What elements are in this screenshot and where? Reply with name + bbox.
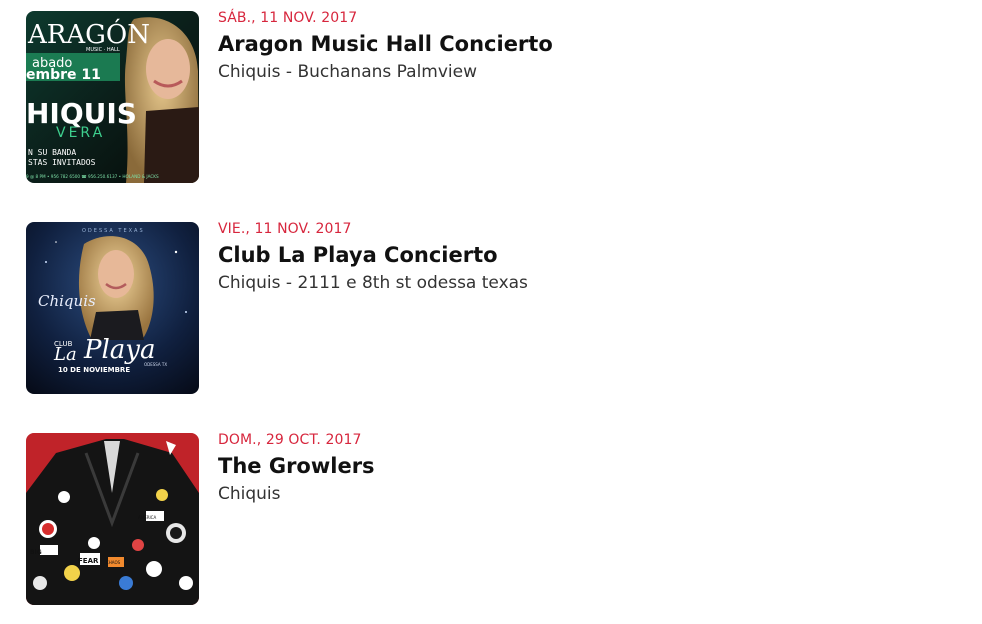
event-poster-image[interactable]: ARAGÓN MUSIC · HALL abado embre 11 HIQUI… [26, 11, 199, 183]
event-list: ARAGÓN MUSIC · HALL abado embre 11 HIQUI… [0, 0, 982, 624]
event-poster-image[interactable]: FEAR BIG AMERICA CHAOS [26, 433, 199, 605]
poster-extra-line-2: STAS INVITADOS [28, 158, 96, 167]
event-title[interactable]: Club La Playa Concierto [218, 241, 918, 269]
poster-la-text: La [53, 344, 77, 365]
event-info: VIE., 11 NOV. 2017 Club La Playa Concier… [218, 222, 918, 294]
poster-playa-text: Playa [83, 335, 156, 365]
poster-patch-text-4: CHAOS [106, 560, 121, 565]
event-card-the-growlers[interactable]: FEAR BIG AMERICA CHAOS DOM., 29 OCT. 201… [26, 433, 926, 605]
event-title[interactable]: Aragon Music Hall Concierto [218, 30, 918, 58]
poster-artist-script: Chiquis [38, 292, 96, 310]
la-playa-poster-graphic: ODESSA TEXAS Chiquis CLUB La Playa ODESS… [26, 222, 199, 394]
event-subtitle: Chiquis - Buchanans Palmview [218, 62, 477, 82]
event-date: DOM., 29 OCT. 2017 [218, 432, 362, 448]
poster-venue-text: ARAGÓN [27, 18, 150, 50]
event-card-aragon[interactable]: ARAGÓN MUSIC · HALL abado embre 11 HIQUI… [26, 11, 926, 183]
poster-top-text: ODESSA TEXAS [82, 228, 145, 234]
poster-venue-sub-text: MUSIC · HALL [86, 47, 120, 53]
event-card-club-la-playa[interactable]: ODESSA TEXAS Chiquis CLUB La Playa ODESS… [26, 222, 926, 394]
event-poster-image[interactable]: ODESSA TEXAS Chiquis CLUB La Playa ODESS… [26, 222, 199, 394]
event-date: VIE., 11 NOV. 2017 [218, 221, 352, 237]
poster-patch-text-1: FEAR [78, 557, 99, 565]
event-info: DOM., 29 OCT. 2017 The Growlers Chiquis [218, 433, 918, 505]
poster-date-text: 10 DE NOVIEMBRE [58, 366, 130, 374]
poster-patch-text-2: BIG [30, 549, 42, 556]
aragon-poster-graphic: ARAGÓN MUSIC · HALL abado embre 11 HIQUI… [26, 11, 199, 183]
poster-date-text: embre 11 [26, 67, 101, 83]
poster-extra-line-1: N SU BANDA [28, 148, 76, 157]
poster-patch-text-3: AMERICA [138, 515, 156, 520]
event-subtitle: Chiquis [218, 484, 281, 504]
poster-artist-sub-text: VERA [56, 125, 105, 141]
poster-footer-text: 9 @ 8 PM • 956 782 6500 ☎ 956.250.6137 •… [26, 174, 159, 179]
event-date: SÁB., 11 NOV. 2017 [218, 10, 358, 26]
growlers-poster-graphic: FEAR BIG AMERICA CHAOS [26, 433, 199, 605]
event-title[interactable]: The Growlers [218, 452, 918, 480]
event-info: SÁB., 11 NOV. 2017 Aragon Music Hall Con… [218, 11, 918, 83]
event-subtitle: Chiquis - 2111 e 8th st odessa texas [218, 273, 528, 293]
poster-city-text: ODESSA TX [144, 362, 167, 367]
